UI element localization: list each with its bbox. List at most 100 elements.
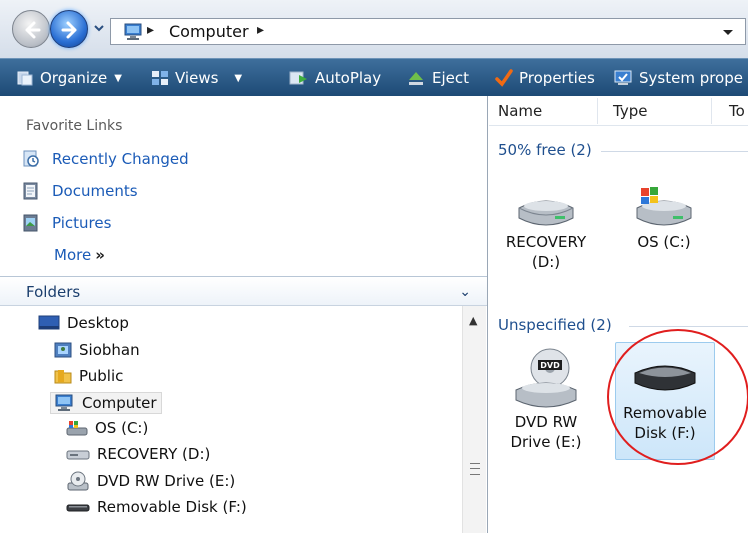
tree-item-label: Removable Disk (F:)	[97, 498, 247, 516]
tree-item-label: Siobhan	[79, 341, 140, 359]
folder-tree: Desktop Siobhan Public Computer OS (C:) …	[0, 306, 487, 533]
organize-icon	[17, 71, 33, 86]
more-links[interactable]: More»	[54, 246, 105, 264]
tree-item-public[interactable]: Public	[54, 367, 123, 385]
documents-icon	[23, 182, 38, 200]
tree-item-siobhan[interactable]: Siobhan	[54, 341, 140, 359]
system-properties-button[interactable]: System prope	[613, 67, 743, 89]
breadcrumb-separator[interactable]: ▸	[257, 22, 264, 38]
file-label: Removable	[623, 404, 707, 422]
user-folder-icon	[54, 342, 72, 358]
autoplay-icon	[289, 71, 307, 85]
drive-icon	[66, 450, 90, 460]
column-divider[interactable]	[711, 98, 712, 124]
file-item-removable-disk[interactable]: Removable Disk (F:)	[615, 342, 715, 460]
windows-drive-icon	[66, 421, 88, 436]
eject-icon	[409, 72, 423, 85]
column-name[interactable]: Name	[498, 102, 542, 120]
svg-text:DVD: DVD	[540, 361, 560, 370]
tree-item-label: Desktop	[67, 314, 129, 332]
column-total-size[interactable]: To	[729, 102, 745, 120]
recent-pages-dropdown-icon[interactable]	[92, 21, 106, 35]
file-item-os-c[interactable]: OS (C:)	[609, 184, 719, 252]
dvd-drive-icon: DVD	[515, 348, 577, 408]
folder-icon	[54, 370, 72, 384]
tree-item-label: OS (C:)	[95, 419, 149, 437]
properties-button[interactable]: Properties	[495, 67, 595, 89]
views-button[interactable]: Views ▼	[151, 67, 242, 89]
system-properties-label: System prope	[639, 69, 743, 87]
file-label: (D:)	[531, 253, 561, 271]
file-label: RECOVERY	[505, 233, 587, 251]
removable-disk-icon	[634, 365, 696, 391]
back-arrow-icon	[25, 21, 41, 39]
autoplay-label: AutoPlay	[315, 69, 382, 87]
favorite-link-pictures[interactable]: Pictures	[22, 214, 111, 232]
organize-button[interactable]: Organize ▼	[16, 67, 122, 89]
file-label: DVD RW	[514, 413, 578, 431]
checkmark-icon	[495, 69, 513, 87]
eject-button[interactable]: Eject	[406, 67, 469, 89]
favorite-link-documents[interactable]: Documents	[22, 182, 138, 200]
computer-icon	[124, 23, 142, 40]
group-header-50-free[interactable]: 50% free (2)	[498, 141, 592, 159]
folders-title: Folders	[26, 283, 81, 301]
tree-item-desktop[interactable]: Desktop	[38, 314, 129, 332]
folders-header[interactable]: Folders ⌄	[0, 276, 487, 306]
breadcrumb-computer[interactable]: Computer	[169, 22, 249, 41]
tree-item-removable-f[interactable]: Removable Disk (F:)	[66, 498, 247, 516]
pictures-icon	[23, 214, 38, 232]
double-chevron-right-icon: »	[95, 246, 105, 264]
autoplay-button[interactable]: AutoPlay	[289, 67, 381, 89]
folder-tree-scrollbar[interactable]: ▲	[462, 306, 486, 533]
breadcrumb-separator[interactable]: ▸	[147, 22, 154, 38]
group-header-unspecified[interactable]: Unspecified (2)	[498, 316, 612, 334]
recent-icon	[23, 150, 39, 167]
favorite-link-label: Recently Changed	[52, 150, 189, 168]
tree-item-recovery-d[interactable]: RECOVERY (D:)	[66, 445, 210, 463]
file-item-dvd-rw[interactable]: DVD DVD RW Drive (E:)	[491, 346, 601, 452]
tree-item-label: Computer	[82, 394, 157, 412]
tree-item-label: Public	[79, 367, 124, 385]
favorite-link-label: Pictures	[52, 214, 112, 232]
tree-item-label: RECOVERY (D:)	[97, 445, 211, 463]
group-title: 50% free (2)	[498, 141, 592, 159]
tree-item-dvd-e[interactable]: DVD RW Drive (E:)	[66, 471, 235, 491]
tree-item-os-c[interactable]: OS (C:)	[66, 419, 148, 437]
system-properties-icon	[614, 70, 632, 85]
hard-drive-icon	[518, 200, 574, 226]
favorite-links-title: Favorite Links	[26, 118, 123, 134]
organize-label: Organize	[40, 69, 108, 87]
address-bar-row: ▸ Computer ▸	[0, 0, 748, 58]
tree-item-computer[interactable]: Computer	[50, 392, 162, 414]
favorite-link-recently-changed[interactable]: Recently Changed	[22, 150, 189, 168]
dvd-drive-icon	[67, 471, 89, 491]
file-label: OS (C:)	[637, 233, 691, 251]
back-button[interactable]	[12, 10, 50, 48]
properties-label: Properties	[519, 69, 595, 87]
address-dropdown-icon[interactable]	[721, 25, 735, 39]
group-title: Unspecified (2)	[498, 316, 612, 334]
removable-disk-icon	[66, 504, 90, 512]
scroll-up-icon[interactable]: ▲	[469, 314, 477, 327]
group-divider	[629, 326, 748, 327]
chevron-down-icon: ▼	[114, 72, 122, 84]
windows-drive-icon	[636, 187, 692, 226]
column-type[interactable]: Type	[613, 102, 647, 120]
desktop-icon	[38, 315, 60, 330]
views-label: Views	[175, 69, 219, 87]
tree-item-label: DVD RW Drive (E:)	[97, 472, 236, 490]
file-label: Drive (E:)	[510, 433, 582, 451]
column-divider[interactable]	[597, 98, 598, 124]
computer-icon	[55, 394, 73, 411]
file-item-recovery[interactable]: RECOVERY (D:)	[491, 188, 601, 272]
views-icon	[152, 71, 168, 85]
favorite-link-label: Documents	[52, 182, 138, 200]
scrollbar-grip[interactable]	[470, 463, 480, 475]
forward-button[interactable]	[50, 10, 88, 48]
column-header: Name Type To	[489, 96, 748, 126]
chevron-down-icon: ▼	[234, 72, 243, 84]
chevron-down-icon[interactable]: ⌄	[459, 284, 471, 300]
address-box[interactable]: ▸ Computer ▸	[110, 18, 746, 45]
navigation-pane: Favorite Links Recently Changed Document…	[0, 96, 488, 533]
